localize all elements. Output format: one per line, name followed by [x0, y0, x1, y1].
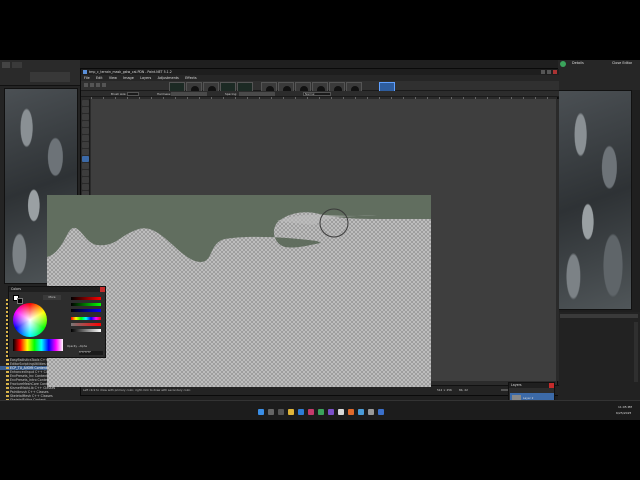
app-icon — [83, 70, 87, 74]
app-icon[interactable] — [348, 409, 354, 415]
hardness-slider[interactable] — [171, 92, 207, 96]
app-icon[interactable] — [328, 409, 334, 415]
close-icon[interactable] — [549, 383, 554, 388]
host-search-box[interactable] — [30, 72, 70, 82]
brush-size-input[interactable] — [127, 92, 139, 96]
blend-mode-select[interactable]: Normal — [303, 92, 331, 96]
more-button[interactable]: More — [43, 295, 61, 300]
mask-fill — [47, 195, 431, 262]
app-icon[interactable] — [368, 409, 374, 415]
hex-input[interactable]: FFFFFFFF — [79, 351, 103, 355]
image-tabs-bar — [81, 81, 559, 97]
paintbrush-icon[interactable] — [82, 156, 89, 162]
desktop-screen: Landscape Lighting Materials Meshes Text… — [0, 60, 640, 420]
red-slider[interactable] — [71, 297, 101, 300]
taskbar: 11:05 PM 6/25/2025 — [0, 400, 640, 420]
opacity-label: Opacity - Alpha — [67, 345, 87, 348]
cut-icon[interactable] — [96, 83, 100, 87]
browser-icon[interactable] — [298, 409, 304, 415]
value-slider[interactable] — [71, 329, 101, 332]
task-view-icon[interactable] — [278, 409, 284, 415]
pencil-icon[interactable] — [82, 170, 89, 176]
details-tab[interactable]: Details — [572, 61, 584, 65]
text-tool-icon[interactable] — [82, 184, 89, 190]
folder-icon — [6, 358, 9, 362]
host-toolbar — [0, 60, 80, 86]
green-slider[interactable] — [71, 303, 101, 306]
folder-icon — [6, 370, 9, 374]
hue-slider[interactable] — [71, 317, 101, 320]
color-wheel[interactable] — [13, 303, 47, 337]
colors-window-title: Colors — [9, 287, 105, 292]
folder-icon — [6, 362, 9, 366]
color-palette[interactable] — [13, 339, 63, 351]
colors-window: Colors More Opacity - Alpha FFFFFFFF — [8, 286, 106, 358]
close-editor-button[interactable]: Close Editor — [612, 61, 632, 65]
clock-date[interactable]: 6/25/2025 — [616, 411, 631, 415]
redo-icon[interactable] — [90, 83, 94, 87]
saturation-slider[interactable] — [71, 323, 101, 326]
eraser-icon[interactable] — [82, 163, 89, 169]
clock-time[interactable]: 11:05 PM — [618, 405, 632, 409]
folder-icon — [6, 390, 9, 394]
layers-window-title: Layers — [509, 383, 554, 388]
folder-icon — [6, 394, 9, 398]
rock-texture-preview-right — [558, 90, 632, 310]
lasso-tool-icon[interactable] — [82, 114, 89, 120]
vertical-scrollbar[interactable] — [556, 99, 559, 381]
folder-icon — [6, 366, 9, 370]
folder-icon — [6, 382, 9, 386]
move-tool-icon[interactable] — [82, 100, 89, 106]
select-tool-icon[interactable] — [82, 107, 89, 113]
close-icon[interactable] — [100, 287, 105, 292]
folder-icon — [6, 378, 9, 382]
app-icon[interactable] — [318, 409, 324, 415]
bucket-icon[interactable] — [82, 142, 89, 148]
cursor-position-readout: 84, 22 — [459, 388, 468, 392]
paintnet-taskbar-icon[interactable] — [358, 409, 364, 415]
host-right-header: Details Close Editor — [558, 60, 640, 90]
pan-tool-icon[interactable] — [82, 128, 89, 134]
status-icon — [560, 61, 566, 67]
save-icon[interactable] — [2, 62, 10, 68]
import-button[interactable] — [12, 62, 22, 68]
host-scrollbar[interactable] — [634, 322, 638, 382]
folder-icon — [6, 374, 9, 378]
file-explorer-icon[interactable] — [288, 409, 294, 415]
close-icon[interactable] — [553, 70, 557, 74]
undo-icon[interactable] — [84, 83, 88, 87]
host-slider[interactable] — [560, 314, 638, 318]
blue-slider[interactable] — [71, 309, 101, 312]
secondary-color-swatch[interactable] — [17, 298, 23, 304]
magic-wand-icon[interactable] — [82, 135, 89, 141]
host-right-panel — [558, 312, 640, 400]
folder-icon — [6, 386, 9, 390]
search-icon[interactable] — [268, 409, 274, 415]
image-size-readout: 512 × 256 — [437, 388, 452, 392]
minimize-icon[interactable] — [541, 70, 545, 74]
maximize-icon[interactable] — [547, 70, 551, 74]
start-icon[interactable] — [258, 409, 264, 415]
clone-stamp-icon[interactable] — [82, 177, 89, 183]
gradient-icon[interactable] — [82, 149, 89, 155]
status-hint: Left click to draw with primary color, r… — [83, 388, 191, 392]
app-icon[interactable] — [378, 409, 384, 415]
app-icon[interactable] — [338, 409, 344, 415]
zoom-tool-icon[interactable] — [82, 121, 89, 127]
copy-icon[interactable] — [102, 83, 106, 87]
app-icon[interactable] — [308, 409, 314, 415]
spacing-slider[interactable] — [239, 92, 275, 96]
